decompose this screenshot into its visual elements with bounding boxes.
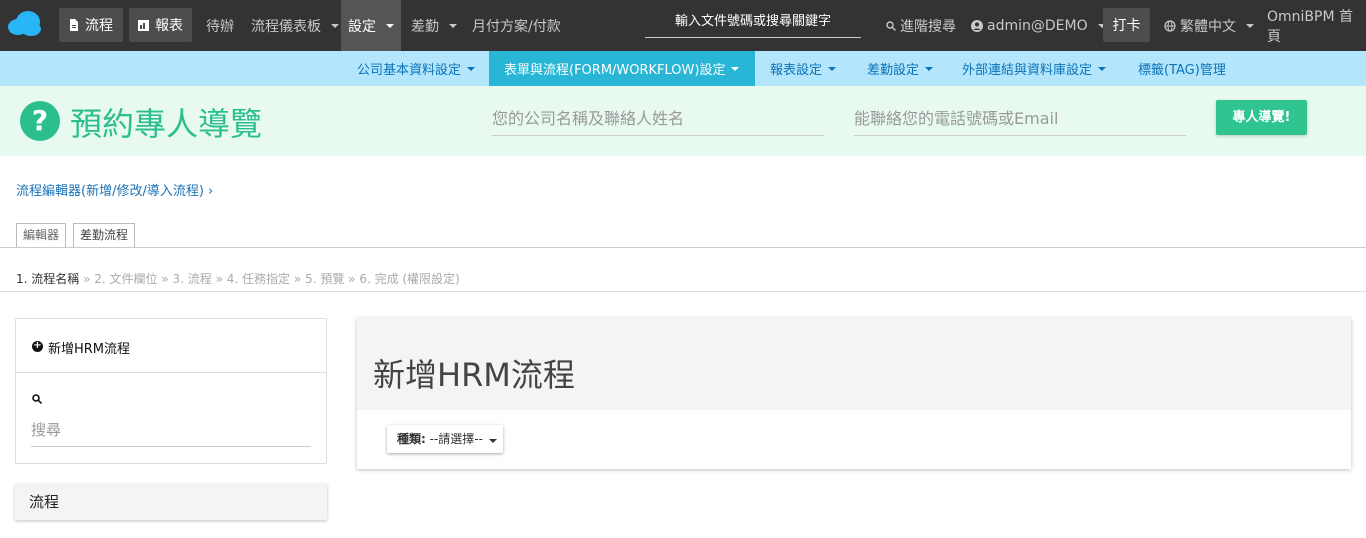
question-circle-icon: ? [20, 101, 60, 141]
subnav-tags-label: 標籤(TAG)管理 [1138, 63, 1226, 78]
user-label: admin@DEMO [987, 17, 1088, 34]
tour-submit-button[interactable]: 專人導覽! [1216, 100, 1307, 135]
step-3[interactable]: 3. 流程 [173, 272, 212, 286]
breadcrumb[interactable]: 流程編輯器(新增/修改/導入流程) › [16, 180, 213, 199]
caret-down-icon [828, 66, 837, 71]
caret-down-icon [925, 66, 934, 71]
flow-search-placeholder: 搜尋 [31, 421, 62, 439]
subnav-form-workflow-label: 表單與流程(FORM/WORKFLOW)設定 [504, 63, 726, 78]
language-label: 繁體中文 [1180, 18, 1236, 35]
step-separator: » [83, 272, 91, 286]
nav-payment-label: 月付方案/付款 [472, 18, 561, 35]
step-separator: » [161, 272, 169, 286]
home-link[interactable]: OmniBPM 首頁 [1267, 0, 1366, 51]
bar-chart-icon [138, 19, 149, 31]
top-search-input[interactable]: 輸入文件號碼或搜尋關鍵字 [645, 12, 861, 38]
subnav-tags[interactable]: 標籤(TAG)管理 [1138, 51, 1226, 86]
new-hrm-flow-panel: 新增HRM流程 種類: --請選擇-- [357, 318, 1351, 469]
plus-circle-icon: + [32, 340, 43, 352]
step-separator: » [348, 272, 356, 286]
tab-editor[interactable]: 編輯器 [16, 223, 67, 248]
caret-down-icon [449, 23, 457, 28]
nav-dashboard[interactable]: 流程儀表板 [251, 0, 339, 51]
language-menu[interactable]: 繁體中文 [1164, 0, 1254, 51]
subnav-external-label: 外部連結與資料庫設定 [962, 63, 1093, 78]
flow-button-label: 流程 [85, 18, 113, 34]
chevron-right-icon: › [208, 184, 214, 199]
globe-icon [1164, 19, 1176, 32]
advanced-search-label: 進階搜尋 [900, 18, 956, 35]
wizard-steps: 1. 流程名稱 » 2. 文件欄位 » 3. 流程 » 4. 任務指定 » 5.… [16, 270, 460, 287]
type-value: --請選擇-- [429, 432, 483, 446]
caret-down-icon [331, 23, 339, 28]
nav-attendance-label: 差勤 [411, 18, 439, 35]
caret-down-icon [467, 66, 476, 71]
subnav-form-workflow[interactable]: 表單與流程(FORM/WORKFLOW)設定 [489, 51, 755, 86]
nav-settings[interactable]: 設定 [341, 0, 401, 51]
step-1[interactable]: 1. 流程名稱 [16, 272, 79, 286]
contact-input[interactable]: 能聯絡您的電話號碼或Email [854, 104, 1186, 136]
subnav-external[interactable]: 外部連結與資料庫設定 [962, 51, 1107, 86]
step-6[interactable]: 6. 完成 (權限設定) [359, 272, 459, 286]
step-5[interactable]: 5. 預覽 [305, 272, 344, 286]
panel-title: 新增HRM流程 [373, 356, 575, 394]
search-icon [32, 394, 42, 404]
type-select-button[interactable]: 種類: --請選擇-- [387, 425, 503, 453]
step-separator: » [215, 272, 223, 286]
hrm-flow-sidebar: + 新增HRM流程 搜尋 [15, 318, 327, 464]
flow-button[interactable]: 流程 [59, 8, 123, 42]
top-search-placeholder: 輸入文件號碼或搜尋關鍵字 [674, 14, 831, 29]
steps-divider [0, 291, 1366, 292]
panel-header: 新增HRM流程 [357, 318, 1351, 410]
search-icon [886, 20, 896, 31]
company-name-placeholder: 您的公司名稱及聯絡人姓名 [492, 109, 685, 128]
caret-down-icon [386, 23, 394, 28]
subnav-attendance[interactable]: 差勤設定 [867, 51, 934, 86]
report-button-label: 報表 [155, 18, 183, 34]
user-menu[interactable]: admin@DEMO [971, 0, 1106, 51]
nav-payment[interactable]: 月付方案/付款 [472, 0, 561, 51]
step-separator: » [293, 272, 302, 286]
flow-search-input[interactable]: 搜尋 [31, 417, 311, 447]
nav-todo[interactable]: 待辦 [206, 0, 234, 51]
clock-in-label: 打卡 [1112, 18, 1141, 34]
caret-down-icon [488, 439, 497, 443]
advanced-search-link[interactable]: 進階搜尋 [886, 0, 956, 51]
add-hrm-flow-label: 新增HRM流程 [48, 342, 131, 357]
nav-todo-label: 待辦 [206, 18, 234, 35]
document-icon [70, 19, 78, 31]
nav-dashboard-label: 流程儀表板 [251, 18, 321, 35]
step-2[interactable]: 2. 文件欄位 [94, 272, 157, 286]
type-label: 種類: [397, 432, 426, 446]
tour-banner: ? 預約專人導覽 您的公司名稱及聯絡人姓名 能聯絡您的電話號碼或Email 專人… [0, 86, 1366, 156]
subnav-company[interactable]: 公司基本資料設定 [345, 51, 487, 86]
tour-title: 預約專人導覽 [70, 105, 263, 143]
nav-attendance[interactable]: 差勤 [411, 0, 457, 51]
caret-down-icon [1098, 66, 1107, 71]
cloud-logo-icon[interactable] [6, 8, 42, 38]
subnav-report[interactable]: 報表設定 [770, 51, 837, 86]
company-name-input[interactable]: 您的公司名稱及聯絡人姓名 [492, 104, 824, 136]
nav-settings-label: 設定 [348, 18, 376, 35]
subnav-company-label: 公司基本資料設定 [357, 63, 462, 78]
report-button[interactable]: 報表 [129, 8, 192, 42]
user-icon [971, 19, 983, 32]
settings-subnav: 公司基本資料設定 表單與流程(FORM/WORKFLOW)設定 報表設定 差勤設… [0, 51, 1366, 86]
clock-in-button[interactable]: 打卡 [1103, 8, 1150, 42]
breadcrumb-label: 流程編輯器(新增/修改/導入流程) [16, 184, 204, 199]
step-4[interactable]: 4. 任務指定 [227, 272, 290, 286]
subnav-report-label: 報表設定 [770, 63, 823, 78]
contact-placeholder: 能聯絡您的電話號碼或Email [854, 109, 1059, 128]
caret-down-icon [1246, 23, 1254, 28]
top-navbar: 流程 報表 待辦 流程儀表板 設定 差勤 月付方案/付款 輸入文件號碼或搜尋關鍵… [0, 0, 1366, 51]
tab-attendance-flow[interactable]: 差勤流程 [73, 223, 136, 248]
caret-down-icon [731, 66, 740, 71]
add-hrm-flow-row[interactable]: + 新增HRM流程 [16, 319, 326, 373]
flow-list-header[interactable]: 流程 [15, 484, 327, 520]
home-label: OmniBPM 首頁 [1267, 8, 1353, 45]
subnav-attendance-label: 差勤設定 [867, 63, 920, 78]
tabs-divider [0, 247, 1366, 248]
